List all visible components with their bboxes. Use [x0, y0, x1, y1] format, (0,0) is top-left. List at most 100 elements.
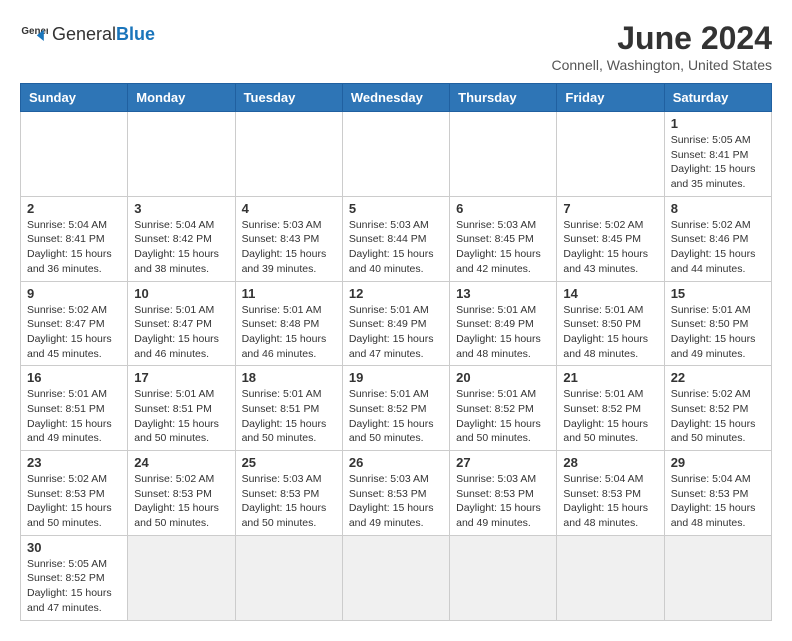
page-header: General GeneralBlue June 2024 Connell, W…	[20, 20, 772, 73]
calendar-table: Sunday Monday Tuesday Wednesday Thursday…	[20, 83, 772, 621]
day-number: 2	[27, 201, 121, 216]
calendar-week-row: 9 Sunrise: 5:02 AMSunset: 8:47 PMDaylight…	[21, 281, 772, 366]
day-number: 8	[671, 201, 765, 216]
day-info: Sunrise: 5:04 AMSunset: 8:41 PMDaylight:…	[27, 218, 121, 277]
day-info: Sunrise: 5:02 AMSunset: 8:53 PMDaylight:…	[27, 472, 121, 531]
day-number: 3	[134, 201, 228, 216]
table-row: 8 Sunrise: 5:02 AMSunset: 8:46 PMDaylight…	[664, 196, 771, 281]
table-row	[235, 535, 342, 620]
day-number: 10	[134, 286, 228, 301]
day-info: Sunrise: 5:01 AMSunset: 8:47 PMDaylight:…	[134, 303, 228, 362]
day-number: 25	[242, 455, 336, 470]
title-area: June 2024 Connell, Washington, United St…	[552, 20, 773, 73]
day-info: Sunrise: 5:01 AMSunset: 8:52 PMDaylight:…	[456, 387, 550, 446]
month-title: June 2024	[552, 20, 773, 57]
col-thursday: Thursday	[450, 84, 557, 112]
table-row: 17Sunrise: 5:01 AMSunset: 8:51 PMDayligh…	[128, 366, 235, 451]
day-info: Sunrise: 5:03 AMSunset: 8:44 PMDaylight:…	[349, 218, 443, 277]
table-row: 10 Sunrise: 5:01 AMSunset: 8:47 PMDayligh…	[128, 281, 235, 366]
day-info: Sunrise: 5:03 AMSunset: 8:53 PMDaylight:…	[349, 472, 443, 531]
day-number: 28	[563, 455, 657, 470]
day-info: Sunrise: 5:05 AMSunset: 8:52 PMDaylight:…	[27, 557, 121, 616]
day-info: Sunrise: 5:01 AMSunset: 8:51 PMDaylight:…	[242, 387, 336, 446]
day-number: 23	[27, 455, 121, 470]
day-info: Sunrise: 5:04 AMSunset: 8:42 PMDaylight:…	[134, 218, 228, 277]
logo: General GeneralBlue	[20, 20, 155, 48]
table-row: 15Sunrise: 5:01 AMSunset: 8:50 PMDayligh…	[664, 281, 771, 366]
day-number: 7	[563, 201, 657, 216]
table-row: 24Sunrise: 5:02 AMSunset: 8:53 PMDayligh…	[128, 451, 235, 536]
day-number: 20	[456, 370, 550, 385]
day-number: 26	[349, 455, 443, 470]
table-row	[342, 112, 449, 197]
calendar-week-row: 2 Sunrise: 5:04 AMSunset: 8:41 PMDaylight…	[21, 196, 772, 281]
table-row: 23 Sunrise: 5:02 AMSunset: 8:53 PMDayligh…	[21, 451, 128, 536]
day-number: 4	[242, 201, 336, 216]
day-number: 27	[456, 455, 550, 470]
day-number: 9	[27, 286, 121, 301]
day-number: 13	[456, 286, 550, 301]
calendar-week-row: 23 Sunrise: 5:02 AMSunset: 8:53 PMDayligh…	[21, 451, 772, 536]
table-row	[450, 112, 557, 197]
day-info: Sunrise: 5:03 AMSunset: 8:53 PMDaylight:…	[242, 472, 336, 531]
day-number: 6	[456, 201, 550, 216]
table-row: 5 Sunrise: 5:03 AMSunset: 8:44 PMDaylight…	[342, 196, 449, 281]
day-number: 12	[349, 286, 443, 301]
table-row: 26 Sunrise: 5:03 AMSunset: 8:53 PMDayligh…	[342, 451, 449, 536]
table-row	[235, 112, 342, 197]
col-sunday: Sunday	[21, 84, 128, 112]
table-row: 3 Sunrise: 5:04 AMSunset: 8:42 PMDaylight…	[128, 196, 235, 281]
table-row	[450, 535, 557, 620]
day-info: Sunrise: 5:02 AMSunset: 8:45 PMDaylight:…	[563, 218, 657, 277]
calendar-week-row: 16 Sunrise: 5:01 AMSunset: 8:51 PMDayligh…	[21, 366, 772, 451]
table-row: 29Sunrise: 5:04 AMSunset: 8:53 PMDayligh…	[664, 451, 771, 536]
day-number: 18	[242, 370, 336, 385]
day-number: 1	[671, 116, 765, 131]
table-row: 16 Sunrise: 5:01 AMSunset: 8:51 PMDayligh…	[21, 366, 128, 451]
day-number: 17	[134, 370, 228, 385]
table-row: 4 Sunrise: 5:03 AMSunset: 8:43 PMDaylight…	[235, 196, 342, 281]
day-number: 19	[349, 370, 443, 385]
day-number: 5	[349, 201, 443, 216]
logo-text: GeneralBlue	[52, 24, 155, 44]
table-row	[557, 535, 664, 620]
table-row: 19 Sunrise: 5:01 AMSunset: 8:52 PMDayligh…	[342, 366, 449, 451]
table-row	[21, 112, 128, 197]
day-number: 15	[671, 286, 765, 301]
day-number: 16	[27, 370, 121, 385]
table-row: 14Sunrise: 5:01 AMSunset: 8:50 PMDayligh…	[557, 281, 664, 366]
calendar-header-row: Sunday Monday Tuesday Wednesday Thursday…	[21, 84, 772, 112]
table-row: 30 Sunrise: 5:05 AMSunset: 8:52 PMDayligh…	[21, 535, 128, 620]
table-row	[128, 112, 235, 197]
table-row: 7 Sunrise: 5:02 AMSunset: 8:45 PMDaylight…	[557, 196, 664, 281]
calendar-week-row: 30 Sunrise: 5:05 AMSunset: 8:52 PMDayligh…	[21, 535, 772, 620]
col-monday: Monday	[128, 84, 235, 112]
table-row: 9 Sunrise: 5:02 AMSunset: 8:47 PMDaylight…	[21, 281, 128, 366]
table-row	[128, 535, 235, 620]
day-info: Sunrise: 5:02 AMSunset: 8:52 PMDaylight:…	[671, 387, 765, 446]
table-row: 21Sunrise: 5:01 AMSunset: 8:52 PMDayligh…	[557, 366, 664, 451]
location-subtitle: Connell, Washington, United States	[552, 57, 773, 73]
table-row: 13Sunrise: 5:01 AMSunset: 8:49 PMDayligh…	[450, 281, 557, 366]
day-number: 24	[134, 455, 228, 470]
col-wednesday: Wednesday	[342, 84, 449, 112]
table-row: 22 Sunrise: 5:02 AMSunset: 8:52 PMDayligh…	[664, 366, 771, 451]
day-info: Sunrise: 5:03 AMSunset: 8:53 PMDaylight:…	[456, 472, 550, 531]
day-number: 22	[671, 370, 765, 385]
calendar-week-row: 1Sunrise: 5:05 AMSunset: 8:41 PMDaylight…	[21, 112, 772, 197]
svg-text:General: General	[21, 26, 48, 37]
day-number: 14	[563, 286, 657, 301]
day-info: Sunrise: 5:03 AMSunset: 8:43 PMDaylight:…	[242, 218, 336, 277]
table-row: 25 Sunrise: 5:03 AMSunset: 8:53 PMDayligh…	[235, 451, 342, 536]
day-info: Sunrise: 5:01 AMSunset: 8:52 PMDaylight:…	[349, 387, 443, 446]
day-info: Sunrise: 5:03 AMSunset: 8:45 PMDaylight:…	[456, 218, 550, 277]
table-row: 18 Sunrise: 5:01 AMSunset: 8:51 PMDayligh…	[235, 366, 342, 451]
table-row: 12Sunrise: 5:01 AMSunset: 8:49 PMDayligh…	[342, 281, 449, 366]
day-info: Sunrise: 5:02 AMSunset: 8:46 PMDaylight:…	[671, 218, 765, 277]
col-tuesday: Tuesday	[235, 84, 342, 112]
day-number: 30	[27, 540, 121, 555]
day-info: Sunrise: 5:01 AMSunset: 8:51 PMDaylight:…	[27, 387, 121, 446]
table-row	[342, 535, 449, 620]
day-info: Sunrise: 5:02 AMSunset: 8:47 PMDaylight:…	[27, 303, 121, 362]
table-row: 27 Sunrise: 5:03 AMSunset: 8:53 PMDayligh…	[450, 451, 557, 536]
